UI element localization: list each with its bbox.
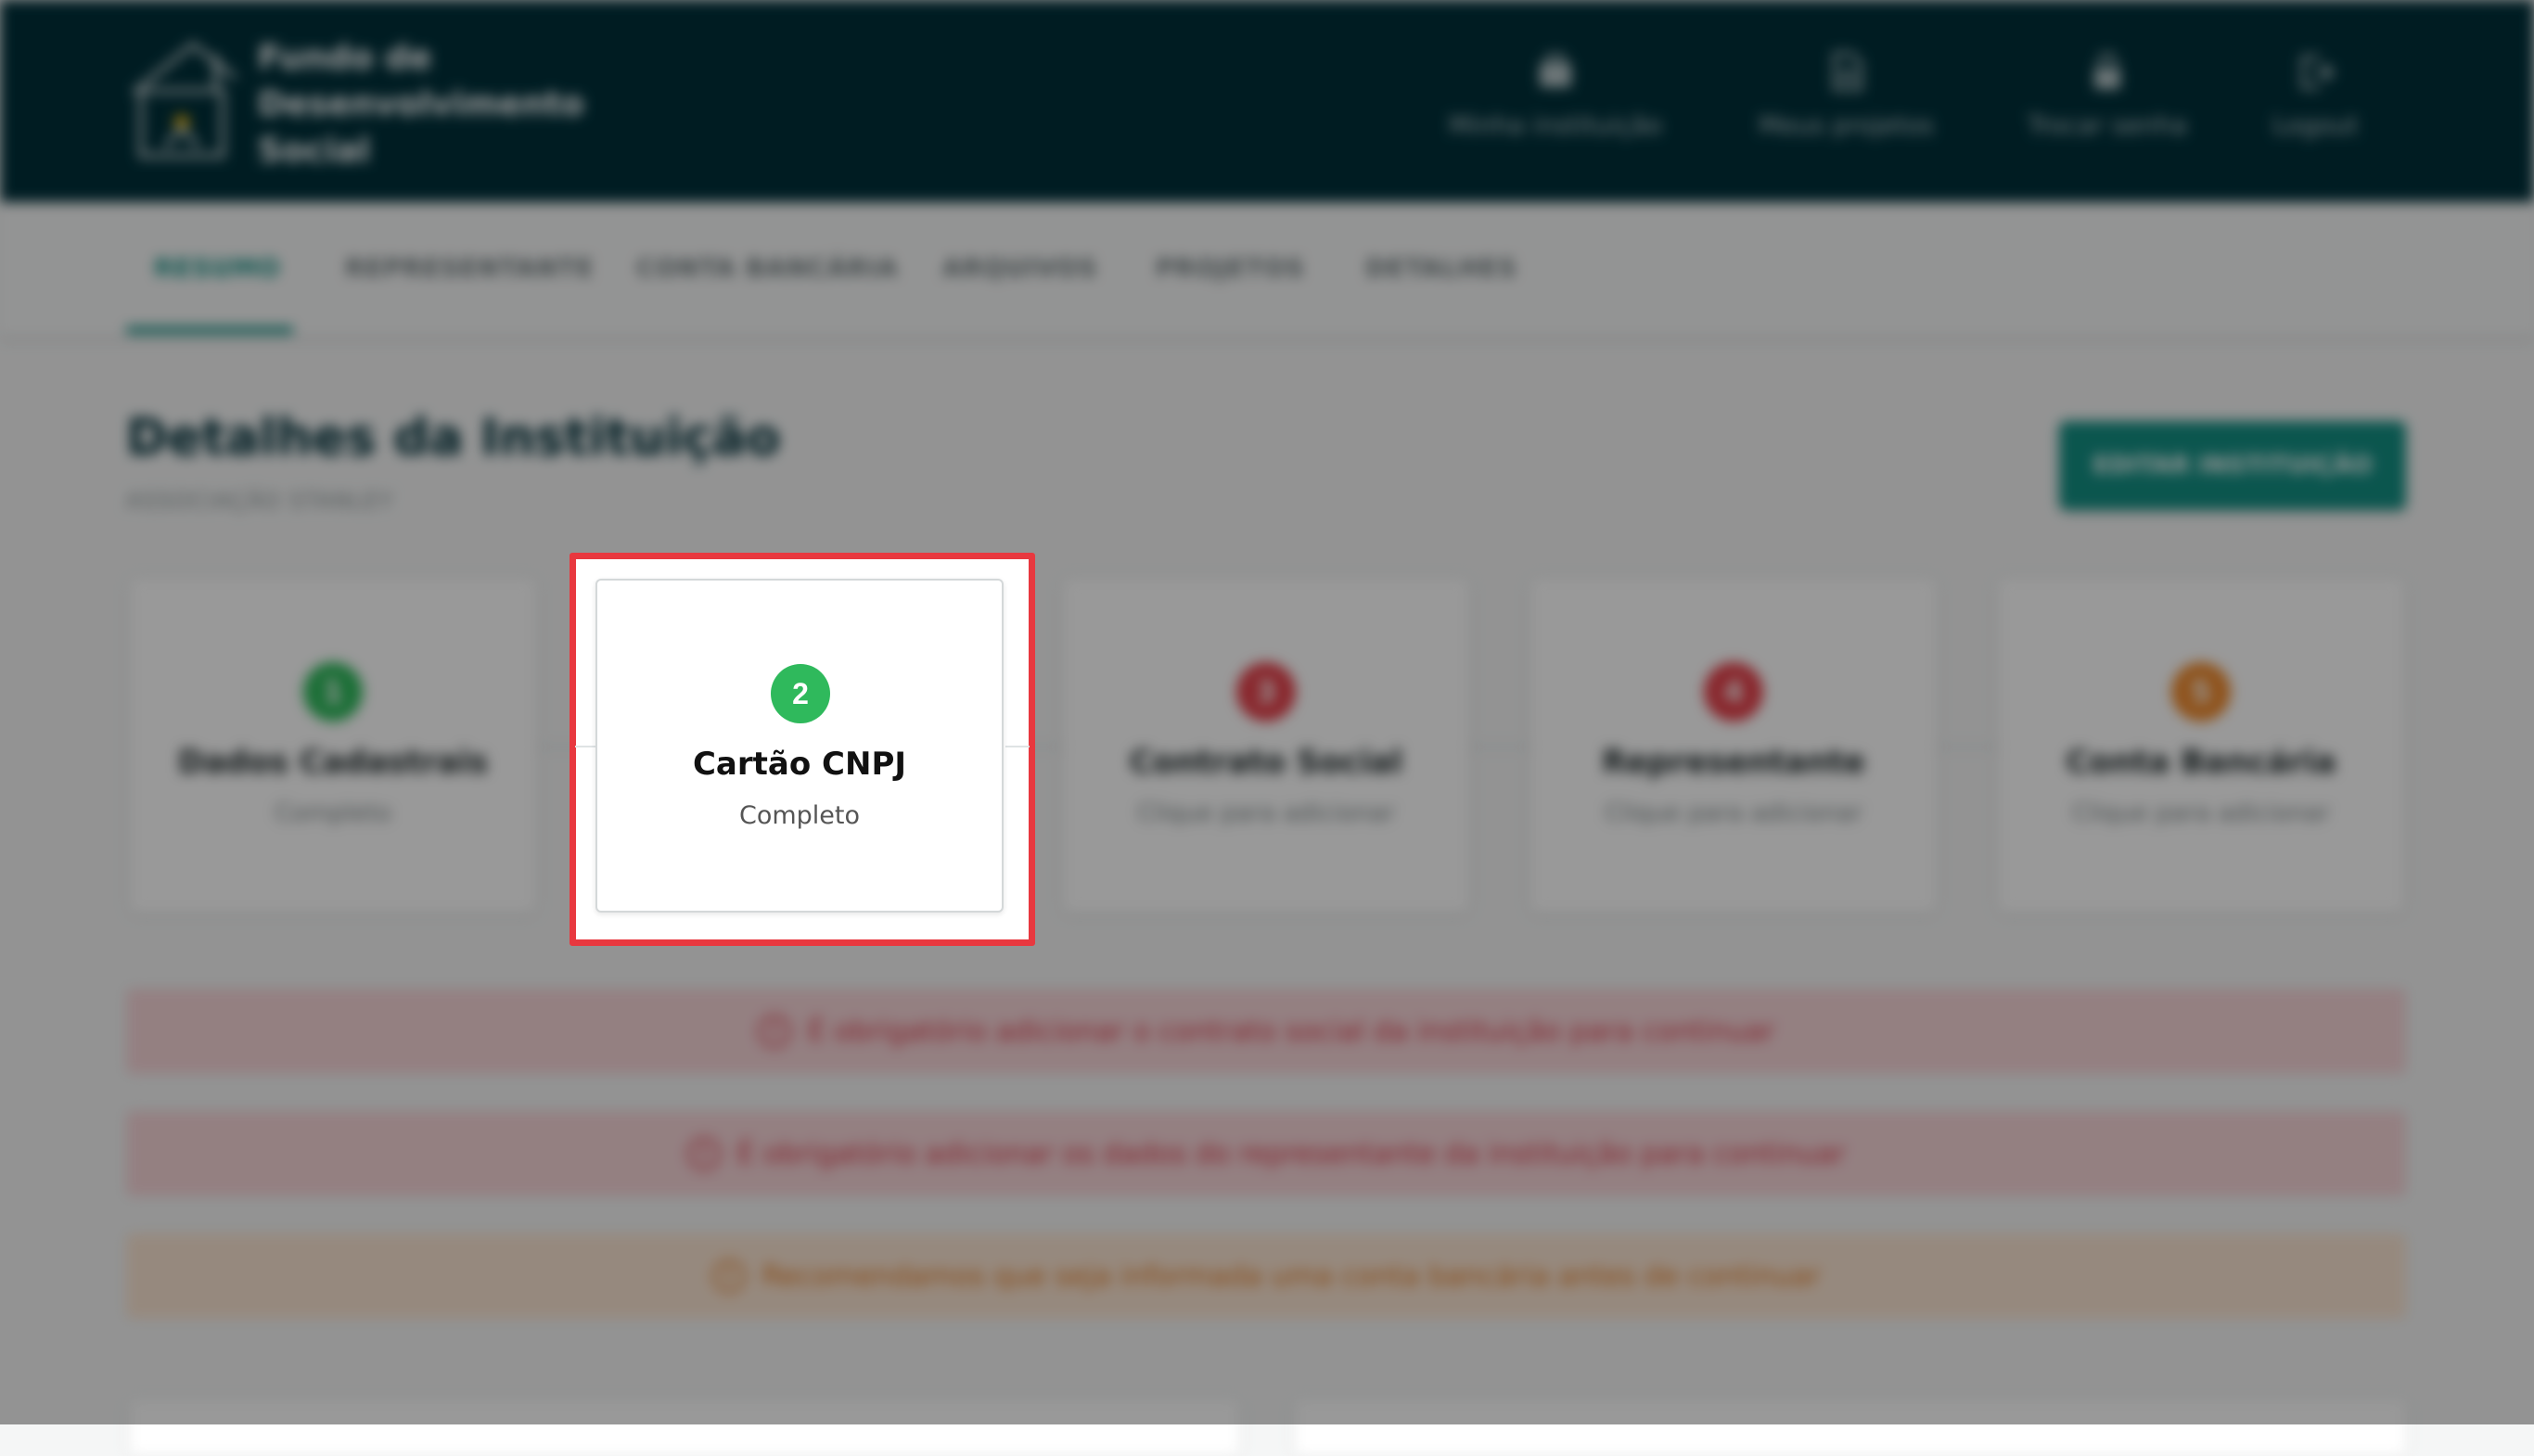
step-card-cartao-cnpj[interactable]: 2 Cartão CNPJ Completo — [595, 579, 1004, 913]
step-title: Cartão CNPJ — [692, 746, 907, 783]
step-status: Completo — [738, 801, 861, 830]
steps-connector-segment — [1005, 746, 1030, 747]
dim-overlay — [0, 0, 2534, 1424]
step-number-badge: 2 — [771, 664, 830, 723]
steps-connector-segment — [575, 746, 595, 747]
